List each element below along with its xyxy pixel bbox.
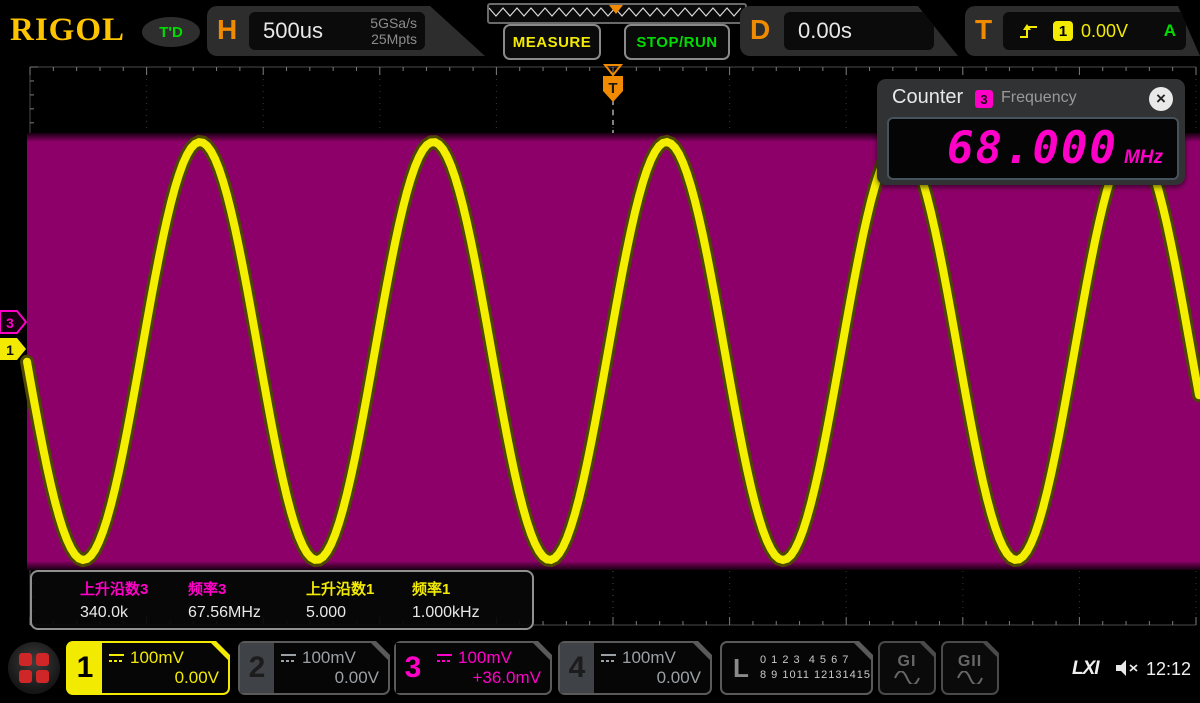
trigger-source-badge: 1 [1053, 21, 1073, 41]
measurement-item: 频率3 67.56MHz [188, 581, 261, 621]
memory-depth: 25Mpts [371, 31, 417, 47]
dc-coupling-icon [436, 653, 453, 663]
channel-2-offset: 0.00V [334, 668, 379, 687]
stop-run-button[interactable]: STOP/RUN [624, 24, 730, 60]
measurement-item: 上升沿数1 5.000 [306, 581, 375, 621]
channel-3-offset: +36.0mV [472, 668, 541, 687]
channel-4-offset: 0.00V [656, 668, 701, 687]
logic-label: L [733, 652, 749, 683]
logic-row-2: 8 9 1011 12131415 [760, 669, 871, 681]
trigger-status-badge: T'D [142, 17, 200, 47]
channel-2-scale: 100mV [302, 648, 356, 667]
speaker-muted-icon[interactable] [1114, 659, 1140, 677]
sine-icon [957, 671, 983, 684]
menu-grid-icon [19, 653, 49, 683]
logic-channels-button[interactable]: L 0 1 2 3 4 5 6 7 8 9 1011 12131415 [720, 641, 873, 695]
rigol-logo: RIGOL [10, 12, 126, 48]
counter-frequency-value: 68.000 [946, 123, 1118, 174]
counter-popup: Counter 3 Frequency × 68.000 MHz [877, 79, 1185, 185]
measure-button[interactable]: MEASURE [503, 24, 601, 60]
svg-text:3: 3 [6, 315, 14, 331]
main-menu-button[interactable] [8, 642, 60, 694]
channel-4-button[interactable]: 4 100mV 0.00V [558, 641, 712, 695]
generator-1-button[interactable]: GI [878, 641, 936, 695]
delay-label: D [750, 14, 771, 45]
dc-coupling-icon [108, 653, 125, 663]
rising-edge-trigger-icon [1017, 20, 1041, 42]
channel-2-button[interactable]: 2 100mV 0.00V [238, 641, 390, 695]
lxi-logo: LXI [1072, 658, 1100, 679]
memory-position-bar[interactable] [487, 3, 747, 24]
delay-panel[interactable]: D 0.00s [740, 6, 958, 56]
counter-frequency-unit: MHz [1123, 146, 1163, 168]
channel-3-scale: 100mV [458, 648, 512, 667]
counter-title: Counter [892, 86, 964, 108]
channel-3-button[interactable]: 3 100mV +36.0mV [394, 641, 552, 695]
channel-1-offset: 0.00V [174, 668, 219, 687]
counter-source-badge: 3 [975, 90, 993, 108]
channel-status-bar: 1 100mV 0.00V 2 100mV 0.00V 3 100mV +36.… [0, 632, 1200, 703]
channel-1-button[interactable]: 1 100mV 0.00V [66, 641, 230, 695]
logic-row-1: 0 1 2 3 4 5 6 7 [760, 654, 850, 666]
svg-text:1: 1 [6, 342, 14, 358]
acquisition-mode-indicator: A [1163, 21, 1176, 40]
dc-coupling-icon [280, 653, 297, 663]
channel-1-scale: 100mV [130, 648, 184, 667]
trigger-marker-letter: T [608, 80, 617, 97]
horizontal-label: H [217, 14, 238, 45]
top-status-bar: RIGOL T'D H 500us 5GSa/s 25Mpts MEASURE … [0, 0, 1200, 62]
channel-4-scale: 100mV [622, 648, 676, 667]
sine-icon [894, 671, 920, 684]
counter-display: 68.000 MHz [887, 117, 1179, 180]
measurement-panel[interactable]: 上升沿数3 340.0k 频率3 67.56MHz 上升沿数1 5.000 频率… [30, 570, 534, 630]
measurement-item: 频率1 1.000kHz [412, 581, 480, 621]
close-icon[interactable]: × [1149, 87, 1173, 111]
trigger-panel[interactable]: T 1 0.00V A [965, 6, 1200, 56]
ch1-offset-marker[interactable]: 1 [0, 338, 26, 360]
horizontal-panel[interactable]: H 500us 5GSa/s 25Mpts [207, 6, 485, 56]
clock: 12:12 [1146, 659, 1192, 679]
sample-rate: 5GSa/s [370, 15, 417, 31]
counter-mode-label: Frequency [1001, 89, 1077, 106]
trigger-level-value[interactable]: 0.00V [1081, 21, 1128, 42]
ch3-offset-marker[interactable]: 3 [0, 310, 28, 334]
timebase-value[interactable]: 500us [249, 18, 370, 44]
dc-coupling-icon [600, 653, 617, 663]
generator-2-button[interactable]: GII [941, 641, 999, 695]
oscilloscope-screen: RIGOL T'D H 500us 5GSa/s 25Mpts MEASURE … [0, 0, 1200, 703]
delay-value[interactable]: 0.00s [784, 18, 852, 44]
trigger-label: T [975, 14, 993, 45]
measurement-item: 上升沿数3 340.0k [80, 581, 149, 621]
